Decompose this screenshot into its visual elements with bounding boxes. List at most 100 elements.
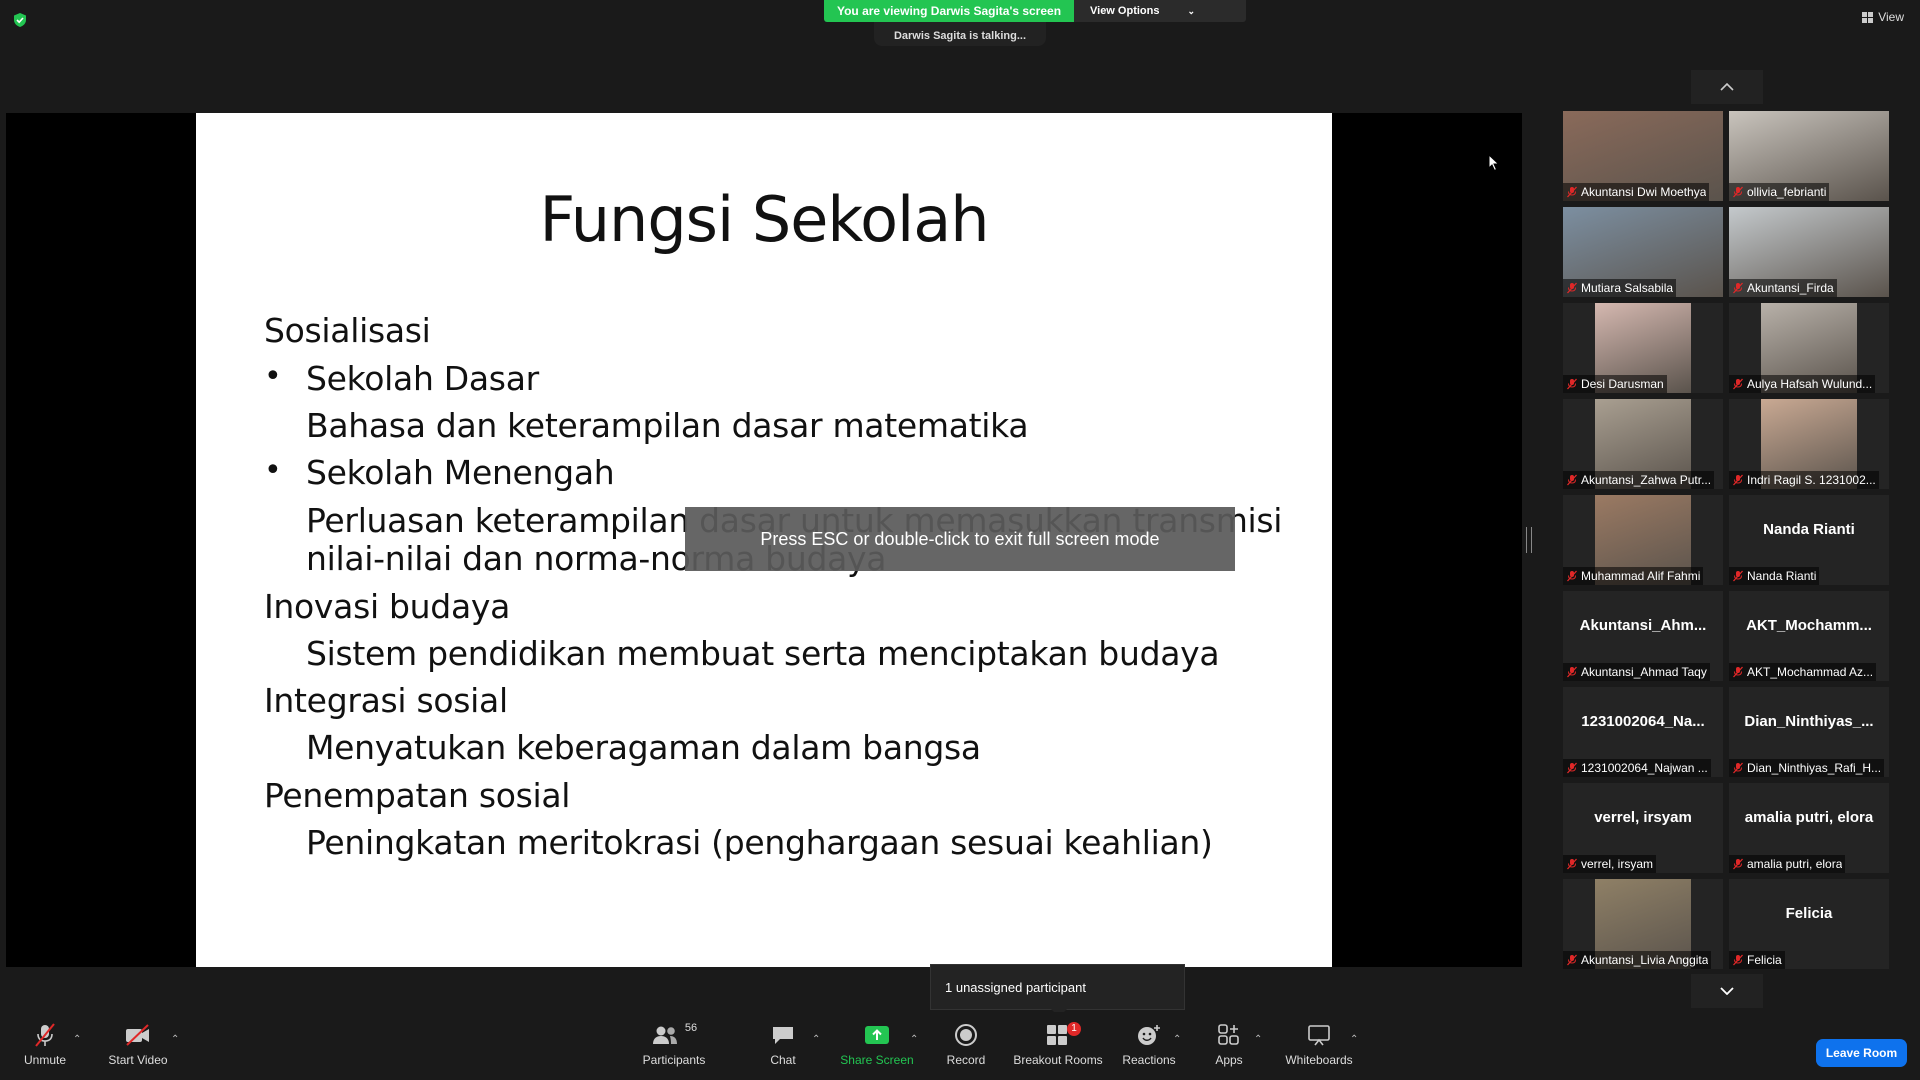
participant-name: Aulya Hafsah Wulund... (1747, 377, 1873, 391)
slide-heading: Sosialisasi (264, 311, 431, 350)
participant-tile[interactable]: 1231002064_Na... 1231002064_Najwan ... (1563, 687, 1723, 777)
mic-muted-icon (1567, 282, 1577, 294)
participant-name: Akuntansi_Livia Anggita (1581, 953, 1709, 967)
participant-name-label: Akuntansi Dwi Moethya (1563, 183, 1710, 201)
whiteboards-options-caret[interactable]: ⌃ (1350, 1034, 1358, 1045)
chat-options-caret[interactable]: ⌃ (812, 1034, 820, 1045)
mic-muted-icon (1567, 954, 1577, 966)
share-screen-icon (865, 1026, 889, 1044)
participant-tile[interactable]: amalia putri, elora amalia putri, elora (1729, 783, 1889, 873)
view-label: View (1878, 10, 1904, 24)
participant-display-name: amalia putri, elora (1744, 809, 1874, 826)
view-layout-button[interactable]: View (1862, 10, 1904, 24)
whiteboards-label: Whiteboards (1285, 1053, 1353, 1067)
participant-name-label: Akuntansi_Livia Anggita (1563, 951, 1712, 969)
slide-subtext: Sistem pendidikan membuat serta mencipta… (306, 634, 1220, 673)
participant-name: AKT_Mochammad Az... (1747, 665, 1874, 679)
record-icon (955, 1024, 977, 1046)
participant-tile[interactable]: Aulya Hafsah Wulund... (1729, 303, 1889, 393)
mic-muted-icon (1567, 378, 1577, 390)
participant-tile[interactable]: Akuntansi_Firda (1729, 207, 1889, 297)
participant-name-label: Desi Darusman (1563, 375, 1667, 393)
participant-tile[interactable]: Akuntansi Dwi Moethya (1563, 111, 1723, 201)
bullet-icon: • (264, 453, 282, 488)
audio-options-caret[interactable]: ⌃ (73, 1034, 81, 1045)
video-off-icon (126, 1024, 149, 1046)
participant-name: Nanda Rianti (1747, 569, 1817, 583)
participant-tile[interactable]: ollivia_febrianti (1729, 111, 1889, 201)
participant-name: 1231002064_Najwan ... (1581, 761, 1708, 775)
slide-heading: Integrasi sosial (264, 681, 508, 720)
mic-muted-icon (1733, 762, 1743, 774)
participant-tile[interactable]: Akuntansi_Ahm... Akuntansi_Ahmad Taqy (1563, 591, 1723, 681)
slide-title: Fungsi Sekolah (539, 183, 989, 256)
record-button[interactable]: Record (916, 1020, 1016, 1067)
participant-tile[interactable]: Muhammad Alif Fahmi (1563, 495, 1723, 585)
participants-count: 56 (684, 1022, 698, 1034)
slide-bullet: Sekolah Menengah (306, 453, 615, 492)
gallery-scroll-up-button[interactable] (1691, 70, 1763, 104)
participant-display-name: Dian_Ninthiyas_... (1744, 713, 1874, 730)
participant-tile[interactable]: Desi Darusman (1563, 303, 1723, 393)
participant-display-name: Nanda Rianti (1763, 521, 1855, 538)
participants-button[interactable]: 56 Participants (624, 1020, 724, 1067)
apps-icon (1218, 1024, 1239, 1045)
participant-name-label: Nanda Rianti (1729, 567, 1820, 585)
mic-muted-icon (1567, 762, 1577, 774)
apps-button[interactable]: Apps (1179, 1020, 1279, 1067)
mouse-cursor-icon (1488, 154, 1500, 172)
view-options-label: View Options (1090, 5, 1160, 17)
view-options-button[interactable]: View Options ⌄ (1074, 0, 1246, 22)
participant-display-name: Felicia (1785, 905, 1833, 922)
participant-name-label: Akuntansi_Ahmad Taqy (1563, 663, 1710, 681)
leave-room-button[interactable]: Leave Room (1816, 1039, 1907, 1067)
participant-name-label: AKT_Mochammad Az... (1729, 663, 1877, 681)
record-label: Record (946, 1053, 986, 1067)
participant-tile[interactable]: Felicia Felicia (1729, 879, 1889, 969)
participant-name: Indri Ragil S. 1231002... (1747, 473, 1876, 487)
participant-tile[interactable]: Mutiara Salsabila (1563, 207, 1723, 297)
participant-tile[interactable]: verrel, irsyam verrel, irsyam (1563, 783, 1723, 873)
participant-name-label: Dian_Ninthiyas_Rafi_H... (1729, 759, 1885, 777)
breakout-badge: 1 (1067, 1022, 1081, 1036)
participant-tile[interactable]: Akuntansi_Zahwa Putr... (1563, 399, 1723, 489)
breakout-rooms-button[interactable]: 1 Breakout Rooms (1008, 1020, 1108, 1067)
video-options-caret[interactable]: ⌃ (171, 1034, 179, 1045)
participants-label: Participants (642, 1053, 706, 1067)
participant-tile[interactable]: Nanda Rianti Nanda Rianti (1729, 495, 1889, 585)
slide-heading: Penempatan sosial (264, 776, 571, 815)
participant-name: Akuntansi Dwi Moethya (1581, 185, 1707, 199)
participant-tile[interactable]: AKT_Mochamm... AKT_Mochammad Az... (1729, 591, 1889, 681)
participant-tile[interactable]: Indri Ragil S. 1231002... (1729, 399, 1889, 489)
mic-muted-icon (1567, 858, 1577, 870)
participant-name-label: verrel, irsyam (1563, 855, 1657, 873)
mic-muted-icon (1733, 666, 1743, 678)
participant-name: ollivia_febrianti (1747, 185, 1827, 199)
mic-muted-icon (1733, 570, 1743, 582)
mic-muted-icon (1567, 570, 1577, 582)
security-shield-icon[interactable] (12, 12, 28, 28)
whiteboard-icon (1308, 1025, 1330, 1046)
unmute-label: Unmute (23, 1053, 67, 1067)
share-screen-label: Share Screen (840, 1053, 914, 1067)
chat-label: Chat (770, 1053, 796, 1067)
participant-name-label: Muhammad Alif Fahmi (1563, 567, 1704, 585)
chevron-up-icon (1720, 83, 1734, 91)
unassigned-participant-notice[interactable]: 1 unassigned participant (930, 964, 1185, 1010)
bullet-icon: • (264, 359, 282, 394)
gallery-grid-icon (1862, 11, 1874, 23)
participant-name-label: Indri Ragil S. 1231002... (1729, 471, 1879, 489)
panel-resize-handle[interactable] (1526, 527, 1532, 553)
participant-name-label: Aulya Hafsah Wulund... (1729, 375, 1876, 393)
chevron-down-icon: ⌄ (1187, 5, 1196, 16)
participant-name: verrel, irsyam (1581, 857, 1654, 871)
participant-tile[interactable]: Akuntansi_Livia Anggita (1563, 879, 1723, 969)
smiley-icon (1138, 1025, 1160, 1045)
participant-name-label: Mutiara Salsabila (1563, 279, 1677, 297)
participant-tile[interactable]: Dian_Ninthiyas_... Dian_Ninthiyas_Rafi_H.… (1729, 687, 1889, 777)
apps-options-caret[interactable]: ⌃ (1254, 1034, 1262, 1045)
mic-muted-icon (35, 1023, 55, 1047)
gallery-scroll-down-button[interactable] (1691, 974, 1763, 1008)
chat-bubble-icon (773, 1027, 793, 1044)
apps-label: Apps (1215, 1053, 1243, 1067)
